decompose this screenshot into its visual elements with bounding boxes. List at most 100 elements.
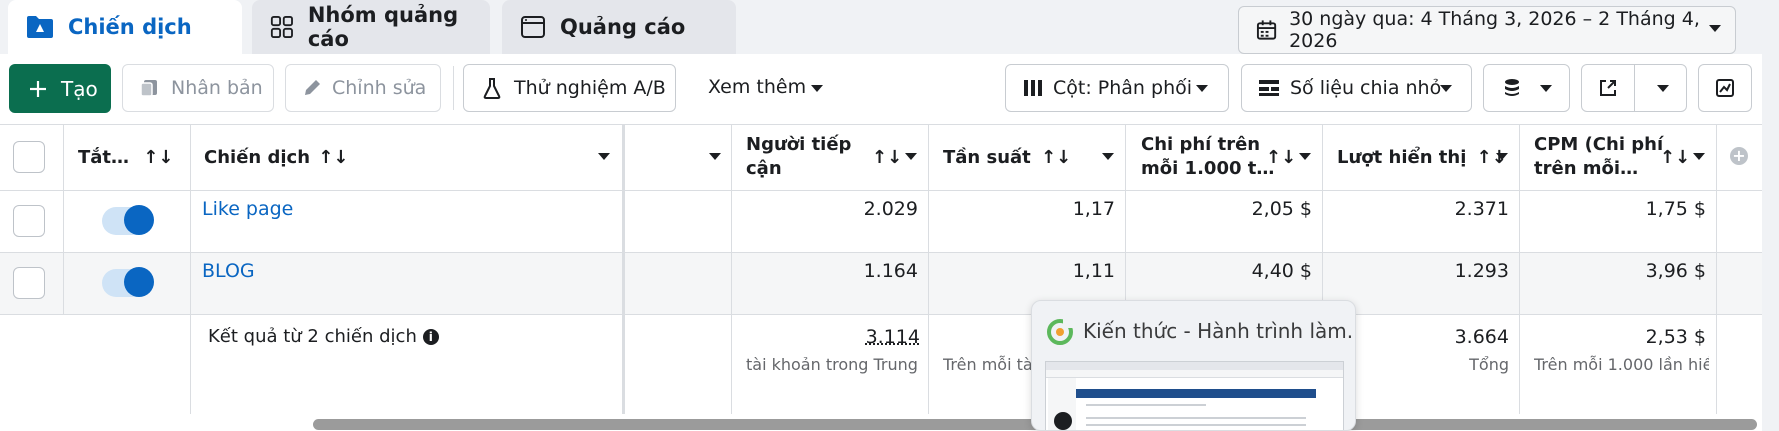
chevron-down-icon[interactable] [709,153,721,160]
add-column-icon[interactable]: + [1730,147,1748,165]
site-logo-icon [1047,319,1073,345]
chevron-down-icon[interactable] [1693,153,1705,160]
header-cpm-line1: CPM (Chi phí [1534,134,1664,155]
export-button[interactable] [1582,65,1635,111]
grid-line [1716,124,1717,414]
campaign-toggle[interactable] [102,267,154,297]
header-cost-line2: mỗi 1.000 t… [1141,158,1275,179]
summary-text: Kết quả từ 2 chiến dịch [208,326,417,347]
grid-line [63,124,64,314]
folder-icon [27,16,53,38]
thumb-avatar [1054,412,1072,430]
header-reach[interactable]: Người tiếp cận [746,133,851,199]
grid-line [928,124,929,414]
impressions-value: 1.293 [1454,260,1509,282]
thumb-text-line [1086,417,1306,419]
summary-label: Kết quả từ 2 chiến dịch i [208,326,439,347]
tab-ads[interactable]: Quảng cáo [502,0,736,54]
summary-cpm: 2,53 $ [1645,326,1706,348]
impressions-value: 2.371 [1454,198,1509,220]
chevron-down-icon[interactable] [598,153,610,160]
more-label: Xem thêm [708,76,807,98]
reach-value: 1.164 [863,260,918,282]
export-split-button[interactable] [1581,64,1687,112]
tab-campaigns[interactable]: Chiến dịch [8,0,242,54]
summary-reach-sub: tài khoản trong Trung … [746,355,921,374]
columns-dropdown[interactable]: Cột: Phân phối [1005,64,1229,112]
columns-label: Cột: Phân phối [1053,77,1193,99]
ab-test-button[interactable]: Thử nghiệm A/B [463,64,676,112]
thumb-navbar [1076,389,1316,398]
tab-ad-sets[interactable]: Nhóm quảng cáo [252,0,490,54]
frequency-value: 1,11 [1072,260,1115,282]
more-dropdown[interactable]: Xem thêm [708,76,806,98]
breakdown-label: Số liệu chia nhỏ [1290,77,1442,99]
reports-dropdown[interactable] [1483,64,1570,112]
chevron-down-icon [1709,25,1721,32]
chevron-down-icon[interactable] [905,153,917,160]
chevron-down-icon[interactable] [1299,153,1311,160]
tab-preview-popup[interactable]: Kiến thức - Hành trình làm... [1031,300,1356,431]
duplicate-button[interactable]: Nhân bản [122,64,274,112]
cost-per-1000-value: 4,40 $ [1251,260,1312,282]
header-cpm-line2: trên mỗi… [1534,158,1639,179]
page-thumbnail [1045,361,1344,430]
chevron-down-icon[interactable] [1102,153,1114,160]
header-cost-per-1000[interactable]: Chi phí trên mỗi 1.000 t… [1141,133,1274,199]
grid-line [0,252,1762,253]
edit-label: Chỉnh sửa [332,77,427,99]
campaign-name-link[interactable]: BLOG [202,260,255,282]
create-label: Tạo [61,76,98,101]
window-icon [521,16,545,38]
campaign-toggle[interactable] [102,205,154,235]
tab-label: Quảng cáo [560,15,686,39]
charts-button[interactable] [1698,64,1752,112]
grid-line [190,124,191,414]
toggle-knob [124,267,154,297]
chevron-down-icon [1540,85,1552,92]
chevron-down-icon[interactable] [1496,153,1508,160]
grid-icon [270,15,293,39]
frequency-value: 1,17 [1072,198,1115,220]
header-cpm[interactable]: CPM (Chi phí trên mỗi… [1534,133,1663,199]
summary-cpm-sub: Trên mỗi 1.000 lần hiể… [1534,355,1709,374]
reach-value: 2.029 [863,198,918,220]
grid-line [0,314,1762,315]
row-checkbox[interactable] [13,267,45,299]
row-checkbox[interactable] [13,205,45,237]
info-icon[interactable]: i [422,328,439,345]
summary-impressions-sub: Tổng [1469,355,1509,374]
breakdown-dropdown[interactable]: Số liệu chia nhỏ [1241,64,1472,112]
create-button[interactable]: Tạo [9,64,111,113]
sort-icon: ↑↓ [143,147,174,168]
chevron-down-icon [1440,85,1452,92]
duplicate-label: Nhân bản [171,77,263,99]
chevron-down-icon [1196,85,1208,92]
frozen-column-divider [622,124,625,414]
campaign-name-link[interactable]: Like page [202,198,293,220]
edit-button[interactable]: Chỉnh sửa [285,64,441,112]
select-all-checkbox[interactable] [13,141,45,173]
thumb-text-line [1086,424,1306,426]
header-toggle-label: Tắt… [78,147,130,168]
grid-line [0,124,1762,125]
header-frequency-label: Tần suất [943,147,1031,168]
chevron-down-icon[interactable] [1657,85,1669,92]
date-range-picker[interactable]: 30 ngày qua: 4 Tháng 3, 2026 – 2 Tháng 4… [1238,6,1736,54]
date-range-label: 30 ngày qua: 4 Tháng 3, 2026 – 2 Tháng 4… [1289,8,1700,52]
toggle-knob [124,205,154,235]
summary-reach[interactable]: 3.114 [740,326,920,348]
grid-line [731,124,732,414]
duplicate-icon [140,80,157,97]
grid-line [1519,124,1520,414]
calendar-icon [1256,20,1277,40]
thumb-addressbar [1046,370,1343,378]
columns-icon [1024,80,1042,96]
toolbar-divider [453,66,454,110]
header-campaign-label: Chiến dịch [204,147,311,168]
pencil-icon [305,80,320,95]
popup-title: Kiến thức - Hành trình làm... [1083,319,1356,343]
header-toggle[interactable]: Tắt… ↑↓ [78,146,173,212]
flask-icon [483,78,501,99]
header-impressions-label: Lượt hiển thị [1337,147,1467,168]
